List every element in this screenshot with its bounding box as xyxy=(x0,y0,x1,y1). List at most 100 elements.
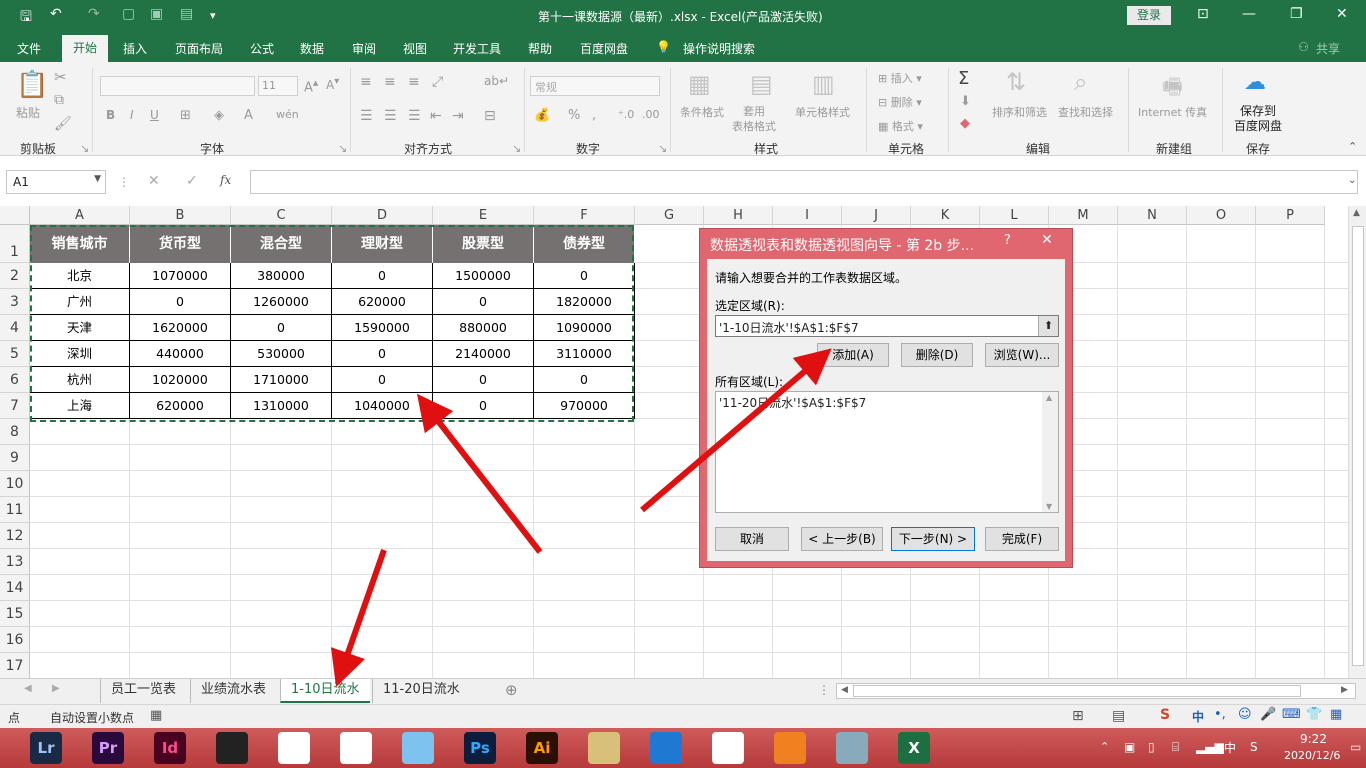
redo-icon[interactable]: ↷ xyxy=(88,6,100,22)
scroll-thumb[interactable] xyxy=(1352,226,1364,666)
tab-developer[interactable]: 开发工具 xyxy=(453,40,501,57)
number-format-box[interactable]: 常规 xyxy=(530,76,660,96)
font-size-box[interactable]: 11 xyxy=(258,76,298,96)
column-header[interactable]: D xyxy=(332,206,433,225)
scroll-right-icon[interactable]: ▶ xyxy=(1341,685,1348,695)
row-header[interactable]: 15 xyxy=(0,601,30,627)
row-header[interactable]: 2 xyxy=(0,263,30,289)
merge-center-icon[interactable]: ⊟ xyxy=(484,108,496,124)
table-cell[interactable]: 0 xyxy=(130,289,231,315)
taskbar-app-icon[interactable]: Lr xyxy=(30,732,62,764)
table-cell[interactable]: 530000 xyxy=(231,341,332,367)
insert-function-icon[interactable]: fx xyxy=(220,173,231,187)
row-header[interactable]: 5 xyxy=(0,341,30,367)
table-cell[interactable]: 1820000 xyxy=(534,289,635,315)
taskbar-app-icon[interactable] xyxy=(836,732,868,764)
clear-icon[interactable]: ◆ xyxy=(960,116,970,131)
column-header[interactable]: E xyxy=(433,206,534,225)
tab-help[interactable]: 帮助 xyxy=(528,40,552,57)
table-cell[interactable]: 北京 xyxy=(30,263,130,289)
column-header[interactable]: P xyxy=(1256,206,1325,225)
table-cell[interactable]: 3110000 xyxy=(534,341,635,367)
table-cell[interactable]: 0 xyxy=(433,393,534,419)
cancel-icon[interactable]: ✕ xyxy=(148,173,160,189)
column-header[interactable]: G xyxy=(635,206,704,225)
table-cell[interactable]: 上海 xyxy=(30,393,130,419)
tab-formulas[interactable]: 公式 xyxy=(250,40,274,57)
find-select-label[interactable]: 查找和选择 xyxy=(1058,104,1113,120)
customize-qat-icon[interactable]: ▾ xyxy=(210,9,216,22)
column-header[interactable]: J xyxy=(842,206,911,225)
tab-scroll-right-icon[interactable]: ▶ xyxy=(52,683,60,694)
shrink-font-icon[interactable]: A▾ xyxy=(326,76,339,92)
taskbar-app-icon[interactable]: Id xyxy=(154,732,186,764)
row-header[interactable]: 11 xyxy=(0,497,30,523)
network-icon[interactable]: ⌸ xyxy=(1172,740,1179,755)
sheet-tab[interactable]: 员工一览表 xyxy=(100,679,186,703)
tab-page-layout[interactable]: 页面布局 xyxy=(175,40,223,57)
autosum-icon[interactable]: Σ xyxy=(958,68,969,89)
tell-me-search[interactable]: 操作说明搜索 xyxy=(683,40,755,57)
expand-formula-icon[interactable]: ⌄ xyxy=(1348,175,1356,186)
sogou-ime-icon[interactable]: S xyxy=(1160,707,1170,723)
column-header[interactable]: K xyxy=(911,206,980,225)
normal-view-icon[interactable]: ⊞ xyxy=(1072,708,1084,724)
page-layout-view-icon[interactable]: ▤ xyxy=(1112,708,1125,724)
align-launcher-icon[interactable]: ↘ xyxy=(512,142,521,155)
bottom-align-icon[interactable]: ≡ xyxy=(408,74,420,90)
collapse-ribbon-icon[interactable]: ⌃ xyxy=(1348,140,1357,153)
taskbar-app-icon[interactable]: X xyxy=(898,732,930,764)
wen-icon[interactable]: wén xyxy=(276,108,299,121)
taskbar-app-icon[interactable] xyxy=(402,732,434,764)
table-cell[interactable]: 620000 xyxy=(130,393,231,419)
orientation-icon[interactable]: ⤢ xyxy=(432,74,443,90)
tab-home[interactable]: 开始 xyxy=(62,35,108,62)
row-header[interactable]: 4 xyxy=(0,315,30,341)
cancel-button[interactable]: 取消 xyxy=(715,527,789,551)
table-cell[interactable]: 0 xyxy=(332,367,433,393)
tab-baidu[interactable]: 百度网盘 xyxy=(580,40,628,57)
table-header-cell[interactable]: 销售城市 xyxy=(30,225,130,263)
table-cell[interactable]: 0 xyxy=(231,315,332,341)
formula-input[interactable] xyxy=(250,170,1358,194)
internet-fax-label[interactable]: Internet 传真 xyxy=(1138,104,1207,120)
table-cell[interactable]: 天津 xyxy=(30,315,130,341)
taskbar-app-icon[interactable] xyxy=(712,732,744,764)
tab-review[interactable]: 审阅 xyxy=(352,40,376,57)
row-header[interactable]: 13 xyxy=(0,549,30,575)
help-icon[interactable]: ? xyxy=(1004,233,1011,248)
clock-time[interactable]: 9:22 xyxy=(1300,732,1327,746)
table-cell[interactable]: 1090000 xyxy=(534,315,635,341)
row-header[interactable]: 3 xyxy=(0,289,30,315)
notification-icon[interactable]: ▭ xyxy=(1350,740,1361,754)
enter-icon[interactable]: ✓ xyxy=(186,173,198,189)
new-file-icon[interactable]: ▢ xyxy=(122,6,135,22)
comma-icon[interactable]: , xyxy=(592,108,596,123)
tray-icon[interactable]: ▣ xyxy=(1124,740,1135,754)
back-button[interactable]: < 上一步(B) xyxy=(801,527,883,551)
row-header[interactable]: 1 xyxy=(0,225,30,263)
browse-button[interactable]: 浏览(W)... xyxy=(985,343,1059,367)
table-header-cell[interactable]: 货币型 xyxy=(130,225,231,263)
fill-color-icon[interactable]: ◈ xyxy=(214,108,224,123)
table-cell[interactable]: 杭州 xyxy=(30,367,130,393)
table-cell[interactable]: 440000 xyxy=(130,341,231,367)
copy-icon[interactable]: ⧉ xyxy=(54,92,64,108)
save-icon[interactable]: 🖫 xyxy=(20,6,32,30)
underline-icon[interactable]: U xyxy=(150,108,159,122)
table-cell[interactable]: 1590000 xyxy=(332,315,433,341)
table-cell[interactable]: 1260000 xyxy=(231,289,332,315)
bold-icon[interactable]: B xyxy=(106,108,115,122)
chevron-down-icon[interactable]: ▼ xyxy=(94,174,101,184)
tab-scroll-left-icon[interactable]: ◀ xyxy=(24,683,32,694)
table-cell[interactable]: 0 xyxy=(332,341,433,367)
table-cell[interactable]: 0 xyxy=(534,263,635,289)
taskbar-app-icon[interactable] xyxy=(774,732,806,764)
percent-icon[interactable]: % xyxy=(568,108,580,123)
table-cell[interactable]: 620000 xyxy=(332,289,433,315)
delete-cells-button[interactable]: ⊟ 删除 ▾ xyxy=(878,94,922,110)
open-icon[interactable]: ▤ xyxy=(180,6,193,22)
emoji-icon[interactable]: ☺ xyxy=(1238,707,1252,722)
taskbar-app-icon[interactable] xyxy=(278,732,310,764)
increase-decimal-icon[interactable]: ⁺.0 xyxy=(618,108,634,121)
